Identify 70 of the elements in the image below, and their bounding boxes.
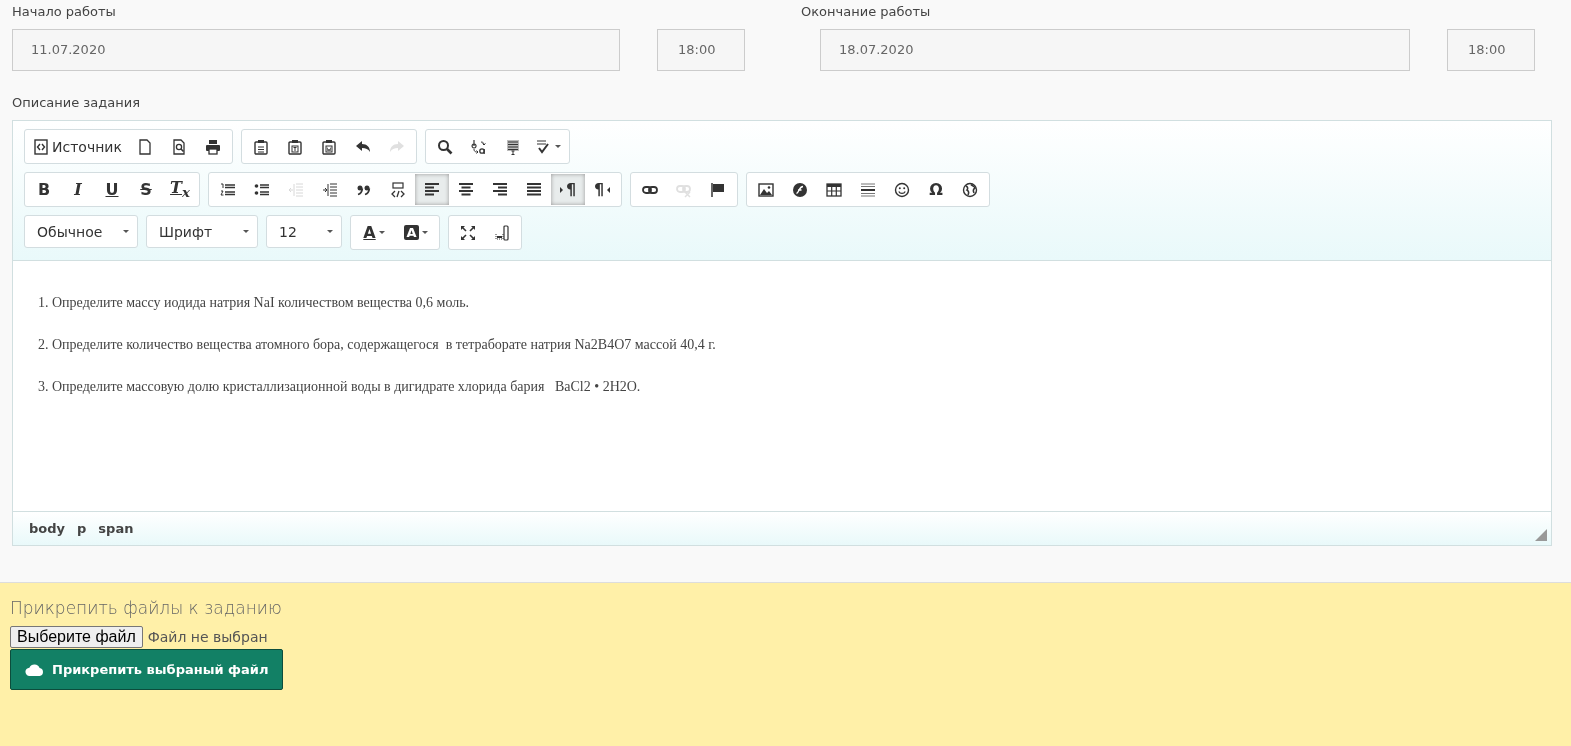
align-left-icon	[424, 181, 440, 198]
caret-icon	[123, 230, 129, 233]
caret-icon	[554, 145, 561, 148]
caret-icon	[327, 230, 333, 233]
element-path-link[interactable]: span	[98, 521, 134, 536]
clipboard-word-icon	[320, 138, 337, 155]
bold-button[interactable]: B	[27, 174, 61, 205]
blank-page-icon	[136, 138, 153, 155]
paragraph: 2. Определите количество вещества атомного бора, содержащегося в тетраборате натрия Na2B4O7 массой 40,4 г.	[38, 336, 717, 354]
cloud-icon	[25, 663, 44, 676]
indent-icon	[322, 181, 338, 198]
special-char-button[interactable]: Ω	[919, 174, 953, 205]
time-field[interactable]: 18:00	[657, 29, 745, 71]
section-title: Прикрепить файлы к заданию	[10, 598, 283, 618]
field-label: Окончание работы	[801, 3, 932, 21]
clipboard-text-icon	[286, 138, 303, 155]
triangle-icon	[607, 186, 611, 193]
date-field[interactable]: 18.07.2020	[820, 29, 1410, 71]
flash-icon	[792, 181, 808, 198]
field-label: Описание задания	[12, 94, 141, 112]
clipboard-icon	[252, 138, 269, 155]
show-blocks-icon	[494, 224, 510, 241]
align-justify-icon	[526, 181, 542, 198]
align-center-icon	[458, 181, 474, 198]
image-icon	[758, 181, 774, 198]
horizontal-line-icon	[860, 181, 876, 198]
page-magnifier-icon	[170, 138, 187, 155]
element-path-link[interactable]: body	[29, 521, 66, 536]
rtl-button[interactable]: ¶	[585, 174, 619, 205]
italic-button[interactable]: I	[61, 174, 95, 205]
date-field[interactable]: 11.07.2020	[12, 29, 620, 71]
triangle-icon	[559, 186, 563, 193]
printer-icon	[204, 138, 221, 155]
globe-icon	[962, 181, 978, 198]
dropdown[interactable]: Обычное	[25, 216, 137, 247]
replace-icon	[470, 138, 487, 155]
file-status: Файл не выбран	[147, 629, 268, 645]
choose-file-button[interactable]: Выберите файл	[10, 626, 143, 648]
maximize-icon	[460, 224, 476, 241]
element-path-link[interactable]: p	[77, 521, 87, 536]
caret-icon	[243, 230, 249, 233]
background-color-button[interactable]: A	[395, 217, 437, 248]
bulleted-list-icon	[254, 181, 270, 198]
paragraph: 3. Определите массовую долю кристаллизационной воды в дигидрате хлорида бария BaCl2 • 2H2O.	[38, 378, 642, 396]
text-color-button[interactable]: A	[353, 217, 395, 248]
align-left-button[interactable]	[415, 174, 449, 205]
strikethrough-button[interactable]: S	[129, 174, 163, 205]
caret-icon	[421, 231, 428, 234]
resize-grip-icon[interactable]	[1535, 529, 1547, 541]
table-grid-icon	[826, 181, 842, 198]
outdent-icon	[288, 181, 304, 198]
time-field[interactable]: 18:00	[1447, 29, 1535, 71]
code-document-icon	[33, 138, 49, 155]
field-label: Начало работы	[12, 3, 117, 21]
align-right-icon	[492, 181, 508, 198]
dropdown[interactable]: Шрифт	[147, 216, 257, 247]
ltr-button[interactable]: ¶	[551, 174, 585, 205]
caret-icon	[378, 231, 385, 234]
dropdown[interactable]: 12	[267, 216, 341, 247]
flag-icon	[710, 181, 726, 198]
div-block-icon	[390, 181, 406, 198]
numbered-list-icon	[220, 181, 236, 198]
paragraph: 1. Определите массу иодида натрия NaI количеством вещества 0,6 моль.	[38, 294, 471, 312]
select-all-icon	[504, 138, 521, 155]
remove-format-button[interactable]: T$_{x}$	[163, 174, 197, 205]
search-icon	[436, 138, 453, 155]
underline-button[interactable]: U	[95, 174, 129, 205]
source-button[interactable]: Источник	[27, 131, 128, 162]
attach-file-button[interactable]: Прикрепить выбраный файл	[10, 649, 284, 690]
smiley-icon	[894, 181, 910, 198]
